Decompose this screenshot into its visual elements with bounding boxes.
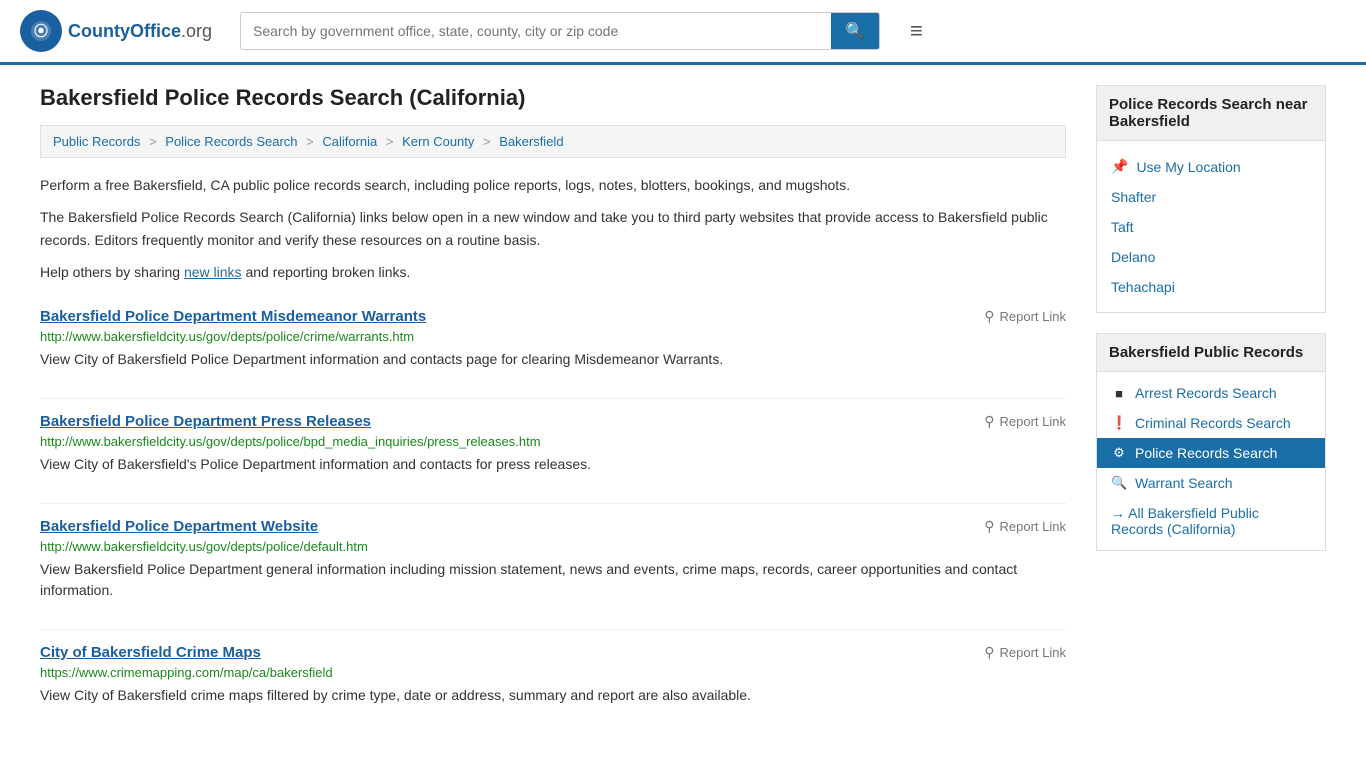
- sidebar-link-1[interactable]: ❗ Criminal Records Search: [1097, 408, 1325, 438]
- public-records-links-list: ■ Arrest Records Search ❗ Criminal Recor…: [1097, 378, 1325, 498]
- description-3: Help others by sharing new links and rep…: [40, 261, 1066, 283]
- sidebar-public-records-title: Bakersfield Public Records: [1096, 333, 1326, 371]
- report-link-icon-3: ⚲: [984, 644, 994, 661]
- result-item-2: Bakersfield Police Department Website ⚲ …: [40, 503, 1066, 601]
- report-link-icon-2: ⚲: [984, 518, 994, 535]
- breadcrumb-sep-1: >: [149, 134, 157, 149]
- result-title-1[interactable]: Bakersfield Police Department Press Rele…: [40, 413, 371, 430]
- menu-icon[interactable]: ≡: [910, 18, 923, 44]
- sidebar-nearby-title: Police Records Search near Bakersfield: [1096, 85, 1326, 140]
- report-link-2[interactable]: ⚲ Report Link: [984, 518, 1066, 535]
- breadcrumb: Public Records > Police Records Search >…: [40, 125, 1066, 158]
- result-url-3: https://www.crimemapping.com/map/ca/bake…: [40, 665, 1066, 680]
- report-link-3[interactable]: ⚲ Report Link: [984, 644, 1066, 661]
- logo-icon: ⦿: [20, 10, 62, 52]
- nearby-city-link-1[interactable]: Taft: [1111, 219, 1134, 235]
- main-content: Bakersfield Police Records Search (Calif…: [40, 85, 1066, 734]
- sidebar-use-my-location[interactable]: 📌 Use My Location: [1097, 151, 1325, 182]
- nearby-city-link-0[interactable]: Shafter: [1111, 189, 1156, 205]
- report-link-label-2: Report Link: [1000, 519, 1066, 534]
- sidebar-link-icon-2: ⚙: [1111, 445, 1127, 461]
- logo-area: ⦿ CountyOffice.org: [20, 10, 220, 52]
- nearby-city-link-2[interactable]: Delano: [1111, 249, 1155, 265]
- result-url-0: http://www.bakersfieldcity.us/gov/depts/…: [40, 329, 1066, 344]
- report-link-1[interactable]: ⚲ Report Link: [984, 413, 1066, 430]
- description-1: Perform a free Bakersfield, CA public po…: [40, 174, 1066, 196]
- result-item-3: City of Bakersfield Crime Maps ⚲ Report …: [40, 629, 1066, 706]
- result-url-1: http://www.bakersfieldcity.us/gov/depts/…: [40, 434, 1066, 449]
- nearby-city-link-3[interactable]: Tehachapi: [1111, 279, 1175, 295]
- report-link-icon-0: ⚲: [984, 308, 994, 325]
- breadcrumb-sep-2: >: [306, 134, 314, 149]
- sidebar-link-icon-1: ❗: [1111, 415, 1127, 431]
- report-link-0[interactable]: ⚲ Report Link: [984, 308, 1066, 325]
- nearby-cities-list: Shafter Taft Delano Tehachapi: [1097, 182, 1325, 302]
- result-title-2[interactable]: Bakersfield Police Department Website: [40, 518, 318, 535]
- sidebar-public-records-section: Bakersfield Public Records ■ Arrest Reco…: [1096, 333, 1326, 551]
- logo-text: CountyOffice.org: [68, 21, 212, 42]
- sidebar-link-3[interactable]: 🔍 Warrant Search: [1097, 468, 1325, 498]
- result-title-3[interactable]: City of Bakersfield Crime Maps: [40, 644, 261, 661]
- description-2: The Bakersfield Police Records Search (C…: [40, 206, 1066, 251]
- new-links-link[interactable]: new links: [184, 264, 242, 280]
- page-title: Bakersfield Police Records Search (Calif…: [40, 85, 1066, 111]
- sidebar-nearby-section: Police Records Search near Bakersfield 📌…: [1096, 85, 1326, 313]
- result-header-1: Bakersfield Police Department Press Rele…: [40, 413, 1066, 430]
- svg-text:⦿: ⦿: [34, 23, 48, 39]
- sidebar-link-0[interactable]: ■ Arrest Records Search: [1097, 378, 1325, 408]
- pin-icon: 📌: [1111, 158, 1128, 175]
- sidebar-link-icon-3: 🔍: [1111, 475, 1127, 491]
- result-desc-2: View Bakersfield Police Department gener…: [40, 559, 1066, 601]
- sidebar-link-2[interactable]: ⚙ Police Records Search: [1097, 438, 1325, 468]
- nearby-city-2[interactable]: Delano: [1097, 242, 1325, 272]
- sidebar-link-label-2: Police Records Search: [1135, 445, 1277, 461]
- report-link-label-1: Report Link: [1000, 414, 1066, 429]
- result-header-0: Bakersfield Police Department Misdemeano…: [40, 308, 1066, 325]
- sidebar-public-records-body: ■ Arrest Records Search ❗ Criminal Recor…: [1096, 371, 1326, 551]
- search-button[interactable]: 🔍: [831, 13, 879, 49]
- result-item-1: Bakersfield Police Department Press Rele…: [40, 398, 1066, 475]
- result-desc-0: View City of Bakersfield Police Departme…: [40, 349, 1066, 370]
- all-records-anchor[interactable]: → All Bakersfield Public Records (Califo…: [1111, 505, 1259, 537]
- all-records-link: → All Bakersfield Public Records (Califo…: [1097, 498, 1325, 544]
- result-header-3: City of Bakersfield Crime Maps ⚲ Report …: [40, 644, 1066, 661]
- breadcrumb-link-police-records[interactable]: Police Records Search: [165, 134, 297, 149]
- nearby-city-3[interactable]: Tehachapi: [1097, 272, 1325, 302]
- result-desc-3: View City of Bakersfield crime maps filt…: [40, 685, 1066, 706]
- nearby-city-0[interactable]: Shafter: [1097, 182, 1325, 212]
- result-title-0[interactable]: Bakersfield Police Department Misdemeano…: [40, 308, 426, 325]
- sidebar: Police Records Search near Bakersfield 📌…: [1096, 85, 1326, 734]
- report-link-icon-1: ⚲: [984, 413, 994, 430]
- sidebar-link-icon-0: ■: [1111, 386, 1127, 401]
- search-input[interactable]: [241, 15, 831, 47]
- breadcrumb-sep-4: >: [483, 134, 491, 149]
- breadcrumb-sep-3: >: [386, 134, 394, 149]
- sidebar-link-anchor-3[interactable]: Warrant Search: [1135, 475, 1233, 491]
- nearby-city-1[interactable]: Taft: [1097, 212, 1325, 242]
- site-header: ⦿ CountyOffice.org 🔍 ≡: [0, 0, 1366, 65]
- main-container: Bakersfield Police Records Search (Calif…: [0, 65, 1366, 754]
- sidebar-link-anchor-1[interactable]: Criminal Records Search: [1135, 415, 1291, 431]
- search-bar: 🔍: [240, 12, 880, 50]
- sidebar-link-anchor-0[interactable]: Arrest Records Search: [1135, 385, 1277, 401]
- results-container: Bakersfield Police Department Misdemeano…: [40, 294, 1066, 706]
- search-icon: 🔍: [845, 23, 865, 40]
- breadcrumb-link-kern-county[interactable]: Kern County: [402, 134, 474, 149]
- result-desc-1: View City of Bakersfield's Police Depart…: [40, 454, 1066, 475]
- report-link-label-3: Report Link: [1000, 645, 1066, 660]
- result-item-0: Bakersfield Police Department Misdemeano…: [40, 294, 1066, 370]
- use-my-location-link[interactable]: Use My Location: [1136, 159, 1240, 175]
- result-header-2: Bakersfield Police Department Website ⚲ …: [40, 518, 1066, 535]
- breadcrumb-link-public-records[interactable]: Public Records: [53, 134, 140, 149]
- sidebar-nearby-body: 📌 Use My Location Shafter Taft Delano Tehac…: [1096, 140, 1326, 313]
- breadcrumb-link-bakersfield[interactable]: Bakersfield: [499, 134, 563, 149]
- report-link-label-0: Report Link: [1000, 309, 1066, 324]
- breadcrumb-link-california[interactable]: California: [322, 134, 377, 149]
- result-url-2: http://www.bakersfieldcity.us/gov/depts/…: [40, 539, 1066, 554]
